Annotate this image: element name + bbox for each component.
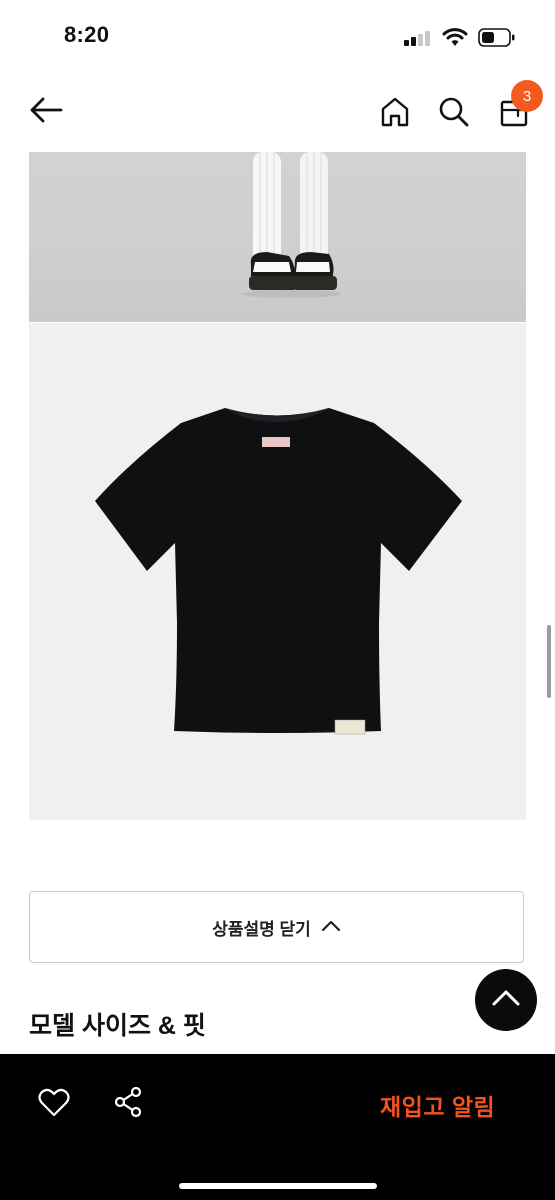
wifi-icon <box>442 26 468 48</box>
model-legs-photo <box>29 152 526 322</box>
black-tshirt-photo <box>29 323 526 820</box>
home-indicator[interactable] <box>179 1183 377 1189</box>
scroll-to-top-button[interactable] <box>475 969 537 1031</box>
collapse-description-label: 상품설명 닫기 <box>212 919 311 939</box>
top-nav-bar <box>0 76 555 144</box>
home-icon[interactable] <box>377 94 413 130</box>
scroll-indicator[interactable] <box>547 625 551 698</box>
battery-icon <box>478 28 516 47</box>
chevron-up-icon <box>491 988 521 1013</box>
share-icon[interactable] <box>112 1086 144 1118</box>
cellular-signal-icon <box>404 30 434 46</box>
search-icon[interactable] <box>436 94 472 130</box>
chevron-up-icon <box>321 917 341 937</box>
bottom-action-bar <box>0 1054 555 1200</box>
model-fit-heading: 모델 사이즈 & 핏 <box>29 1012 206 1040</box>
back-arrow-icon[interactable] <box>26 90 66 130</box>
collapse-description-button[interactable]: 상품설명 닫기 <box>29 891 524 963</box>
status-time: 8:20 <box>64 22 110 47</box>
heart-icon[interactable] <box>38 1088 70 1118</box>
restock-alert-button[interactable]: 재입고 알림 <box>380 1088 495 1122</box>
status-bar: 8:20 <box>0 0 555 76</box>
cart-count-badge: 3 <box>511 80 543 112</box>
